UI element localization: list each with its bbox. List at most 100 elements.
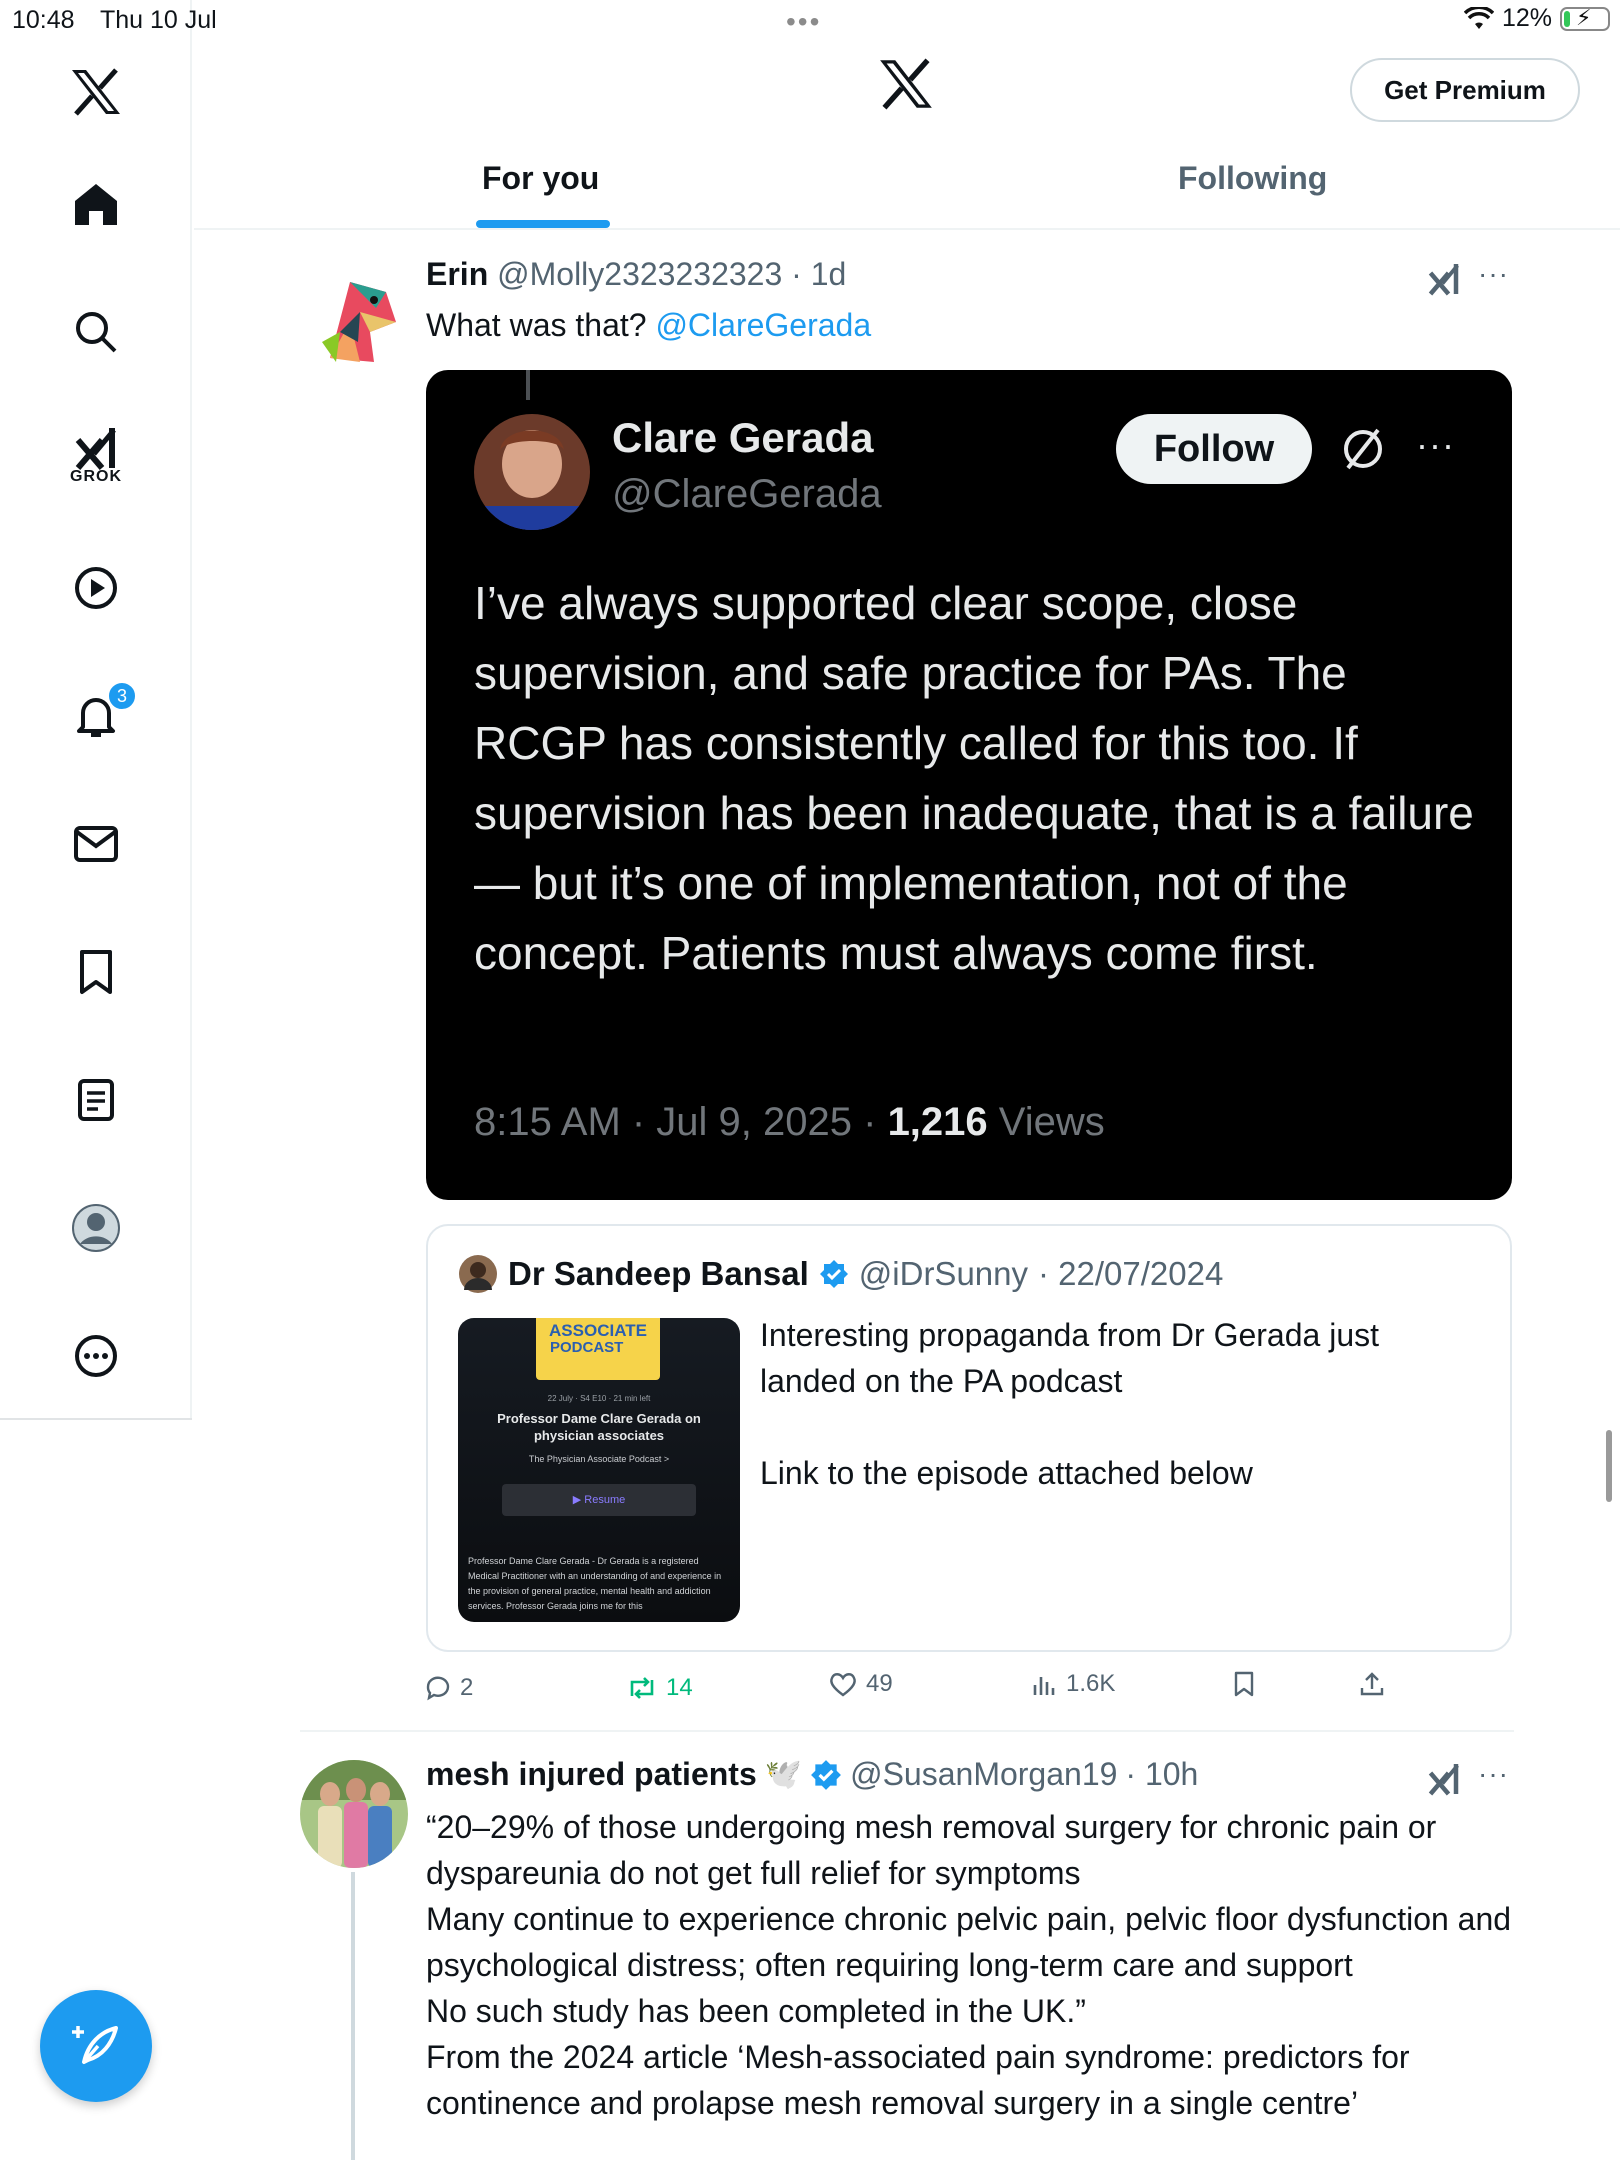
episode-description: Professor Dame Clare Gerada - Dr Gerada …: [468, 1556, 722, 1611]
grok-icon[interactable]: GROK: [56, 416, 136, 496]
embedded-views-label: Views: [987, 1100, 1105, 1144]
author-name[interactable]: mesh injured patients: [426, 1756, 757, 1793]
home-icon[interactable]: [56, 164, 136, 244]
verified-badge-icon: [819, 1260, 848, 1288]
profile-icon[interactable]: [56, 1188, 136, 1268]
status-time: 10:48: [12, 6, 75, 34]
scrollbar-thumb[interactable]: [1606, 1430, 1612, 1502]
author-handle[interactable]: @SusanMorgan19: [850, 1756, 1117, 1793]
messages-envelope-icon[interactable]: [56, 804, 136, 884]
thread-connector: [526, 370, 530, 400]
post-text-body: What was that?: [426, 307, 656, 343]
avatar[interactable]: [300, 1760, 408, 1868]
quoted-media-thumbnail[interactable]: ASSOCIATE PODCAST 22 July · S4 E10 · 21 …: [458, 1318, 740, 1622]
more-circle-icon[interactable]: [56, 1316, 136, 1396]
grok-slash-icon: [1344, 428, 1382, 470]
header-x-logo-icon[interactable]: [878, 58, 934, 115]
quoted-post-text: Interesting propaganda from Dr Gerada ju…: [760, 1312, 1480, 1496]
bookmark-button[interactable]: [1232, 1670, 1256, 1698]
reply-count: 2: [460, 1674, 474, 1701]
embedded-author-name: Clare Gerada: [612, 414, 874, 461]
status-date: Thu 10 Jul: [100, 6, 217, 34]
search-icon[interactable]: [56, 292, 136, 372]
sidebar: GROK 3: [0, 0, 192, 1420]
share-button[interactable]: [1358, 1670, 1386, 1698]
grok-label: GROK: [70, 468, 122, 485]
share-icon: [1360, 1672, 1384, 1696]
analytics-icon: [1033, 1677, 1055, 1695]
post-action-bar: 2 14 49 1.6K: [424, 1668, 1524, 1716]
views-button[interactable]: 1.6K: [1032, 1670, 1115, 1698]
embedded-post-image[interactable]: Clare Gerada @ClareGerada Follow ··· I’v…: [426, 370, 1512, 1200]
embedded-views-count: 1,216: [887, 1100, 988, 1144]
tab-for-you[interactable]: For you: [482, 160, 599, 197]
quoted-avatar: [459, 1255, 497, 1293]
episode-resume-button: ▶ Resume: [502, 1484, 696, 1516]
post-header: mesh injured patients 🕊️ @SusanMorgan19 …: [426, 1756, 1198, 1793]
sidebar-divider: [0, 1418, 192, 1420]
quoted-author-handle: @iDrSunny: [858, 1255, 1029, 1292]
notifications-bell-icon[interactable]: 3: [56, 676, 138, 756]
dove-emoji: 🕊️: [764, 1758, 803, 1791]
post-time: · 1d: [791, 256, 847, 292]
quoted-post[interactable]: Dr Sandeep Bansal @iDrSunny · 22/07/2024…: [426, 1224, 1512, 1652]
post-time: · 10h: [1125, 1756, 1199, 1792]
embedded-more-icon: ···: [1416, 424, 1455, 465]
quoted-post-header: Dr Sandeep Bansal @iDrSunny · 22/07/2024: [458, 1254, 1223, 1294]
wifi-icon: [1463, 6, 1494, 29]
video-play-icon[interactable]: [56, 548, 136, 628]
status-bar: 10:48 Thu 10 Jul ••• 12% ⚡: [0, 0, 1620, 40]
embedded-post-body: I’ve always supported clear scope, close…: [474, 577, 1474, 979]
bookmark-icon[interactable]: [56, 932, 136, 1012]
tab-following[interactable]: Following: [1178, 160, 1327, 197]
author-name[interactable]: Erin: [426, 256, 488, 292]
compose-feather-icon: [72, 2026, 118, 2064]
heart-icon: [830, 1673, 856, 1697]
episode-show: The Physician Associate Podcast >: [528, 1454, 670, 1464]
compose-button[interactable]: [40, 1990, 152, 2102]
grok-explain-icon[interactable]: [1426, 262, 1462, 296]
repost-button[interactable]: 14: [626, 1674, 693, 1702]
quoted-post-date: · 22/07/2024: [1038, 1255, 1224, 1292]
active-tab-indicator: [476, 220, 610, 228]
episode-title: Professor Dame Clare Gerada on physician…: [497, 1411, 701, 1443]
author-handle[interactable]: @Molly2323232323: [497, 256, 782, 292]
embedded-post-footer: 8:15 AM · Jul 9, 2025 · 1,216 Views: [474, 1100, 1105, 1145]
mention-link[interactable]: @ClareGerada: [655, 307, 871, 343]
battery-icon: ⚡: [1560, 5, 1610, 31]
get-premium-button[interactable]: Get Premium: [1350, 58, 1580, 122]
reply-button[interactable]: 2: [424, 1674, 473, 1702]
notification-badge: 3: [106, 680, 138, 712]
more-options-icon[interactable]: ···: [1478, 1758, 1509, 1790]
post-text: “20–29% of those undergoing mesh removal…: [426, 1809, 1512, 2121]
embedded-author-handle: @ClareGerada: [612, 472, 882, 516]
more-options-icon[interactable]: ···: [1478, 258, 1509, 290]
quoted-post-line1: Interesting propaganda from Dr Gerada ju…: [760, 1317, 1379, 1399]
episode-meta: 22 July · S4 E10 · 21 min left: [547, 1394, 651, 1403]
multitasking-dots-icon[interactable]: •••: [786, 6, 821, 38]
like-button[interactable]: 49: [828, 1670, 893, 1698]
battery-percent: 12%: [1501, 4, 1552, 32]
timeline-tabs: For you Following: [194, 140, 1620, 230]
grok-explain-icon[interactable]: [1426, 1762, 1462, 1796]
like-count: 49: [866, 1670, 893, 1697]
embedded-follow-button: Follow: [1116, 414, 1312, 484]
embedded-post-time: 8:15 AM · Jul 9, 2025 ·: [474, 1100, 888, 1144]
thread-line: [351, 1872, 355, 2160]
x-logo-icon[interactable]: [56, 52, 136, 132]
reply-icon: [426, 1676, 450, 1701]
post-header: Erin @Molly2323232323 · 1d: [426, 256, 846, 293]
lists-icon[interactable]: [56, 1060, 136, 1140]
repost-count: 14: [666, 1674, 693, 1701]
post-divider: [300, 1730, 1514, 1732]
repost-icon: [630, 1677, 654, 1699]
podcast-cover-title-bottom: PODCAST: [550, 1339, 624, 1356]
status-right: 12% ⚡: [1463, 4, 1610, 33]
view-count: 1.6K: [1066, 1670, 1116, 1697]
podcast-cover-title-top: ASSOCIATE: [549, 1321, 647, 1340]
post-text: What was that? @ClareGerada: [426, 302, 871, 348]
avatar[interactable]: [300, 262, 408, 370]
embedded-avatar: [474, 414, 590, 530]
bookmark-small-icon: [1234, 1671, 1254, 1697]
quoted-author-name: Dr Sandeep Bansal: [508, 1255, 809, 1292]
